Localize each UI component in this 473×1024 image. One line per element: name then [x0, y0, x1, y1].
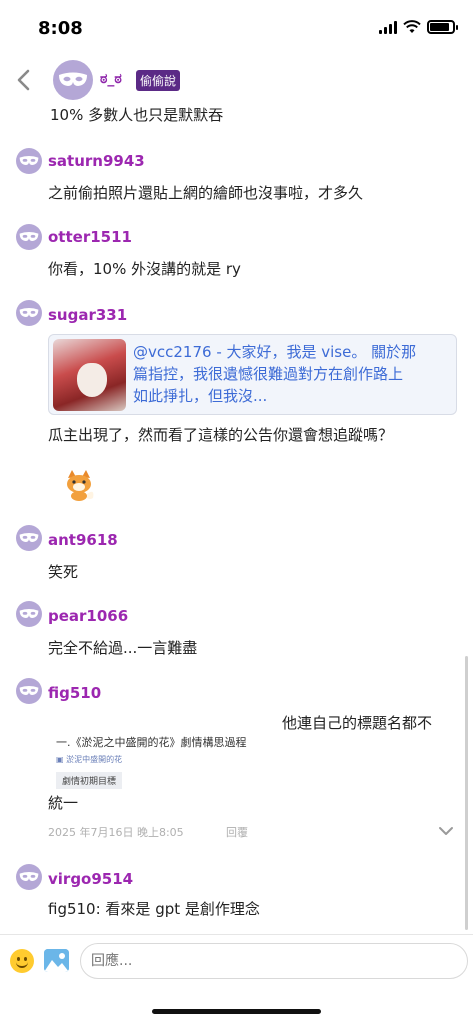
comment-text: 統一 [48, 794, 79, 812]
fox-sticker-icon [67, 470, 94, 501]
wifi-icon [403, 20, 421, 33]
avatar[interactable] [16, 300, 42, 326]
avatar[interactable] [16, 224, 42, 250]
signal-icon [379, 20, 397, 34]
comment-text: 你看，10% 外沒講的就是 ry [48, 260, 241, 278]
username[interactable]: pear1066 [48, 607, 128, 625]
battery-icon [427, 20, 458, 34]
embedded-image[interactable]: 一.《淤泥之中盛開的花》劇情構思過程 ▣ 淤泥中盛開的花 劇情初期目標 [54, 732, 294, 794]
author-name[interactable]: ಠ_ಠ [100, 71, 122, 87]
avatar[interactable] [16, 678, 42, 704]
back-icon[interactable] [14, 68, 34, 92]
status-bar: 8:08 [0, 0, 473, 54]
reply-bar [0, 934, 473, 1024]
mask-icon [19, 308, 39, 317]
mask-icon [19, 232, 39, 241]
avatar[interactable] [16, 864, 42, 890]
mask-icon [19, 686, 39, 695]
reply-link[interactable]: 回覆 [226, 824, 248, 840]
quoted-post-card[interactable]: @vcc2176 - 大家好，我是 vise。 關於那 篇指控，我很遺憾很難過對… [48, 334, 457, 415]
username[interactable]: sugar331 [48, 306, 127, 324]
avatar[interactable] [16, 148, 42, 174]
mask-icon [19, 609, 39, 618]
comment-text: 瓜主出現了，然而看了這樣的公告你還會想追蹤嗎？ [48, 426, 394, 444]
avatar[interactable] [16, 525, 42, 551]
username[interactable]: otter1511 [48, 228, 132, 246]
author-badge: 偷偷說 [136, 70, 181, 91]
header-comment-text: 10% 多數人也只是默默吞 [50, 106, 224, 124]
timestamp: 2025 年7月16日 晚上8:05 [48, 826, 184, 839]
battery-level [430, 23, 449, 31]
comment-text: 笑死 [48, 563, 79, 581]
mask-icon [59, 72, 87, 86]
chevron-down-icon[interactable] [438, 826, 454, 836]
emoji-icon[interactable] [10, 949, 34, 973]
username[interactable]: saturn9943 [48, 152, 145, 170]
reply-input[interactable] [80, 943, 468, 979]
embedded-image-subtitle: ▣ 淤泥中盛開的花 [56, 755, 123, 764]
avatar[interactable] [53, 60, 93, 100]
image-icon[interactable] [44, 949, 69, 972]
post-header: ಠ_ಠ 偷偷說 [0, 58, 473, 102]
embedded-image-title: 一.《淤泥之中盛開的花》劇情構思過程 [56, 736, 247, 749]
mask-icon [19, 533, 39, 542]
scrollbar[interactable] [465, 656, 468, 930]
home-indicator [152, 1009, 321, 1014]
status-icons [379, 20, 458, 34]
status-time: 8:08 [38, 18, 83, 39]
username[interactable]: virgo9514 [48, 870, 133, 888]
username[interactable]: ant9618 [48, 531, 118, 549]
quoted-post-thumbnail [53, 339, 126, 411]
mask-icon [19, 156, 39, 165]
username[interactable]: fig510 [48, 684, 101, 702]
comment-text: 他連自己的標題名都不 [282, 714, 433, 732]
comment-text: 完全不給過...一言難盡 [48, 639, 198, 657]
mask-icon [19, 872, 39, 881]
comment-text: 之前偷拍照片還貼上網的繪師也沒事啦，才多久 [48, 184, 364, 202]
comment-text: fig510: 看來是 gpt 是創作理念 [48, 900, 260, 918]
avatar[interactable] [16, 601, 42, 627]
quoted-post-text: @vcc2176 - 大家好，我是 vise。 關於那 篇指控，我很遺憾很難過對… [133, 343, 417, 405]
embedded-image-goal: 劇情初期目標 [56, 772, 123, 789]
